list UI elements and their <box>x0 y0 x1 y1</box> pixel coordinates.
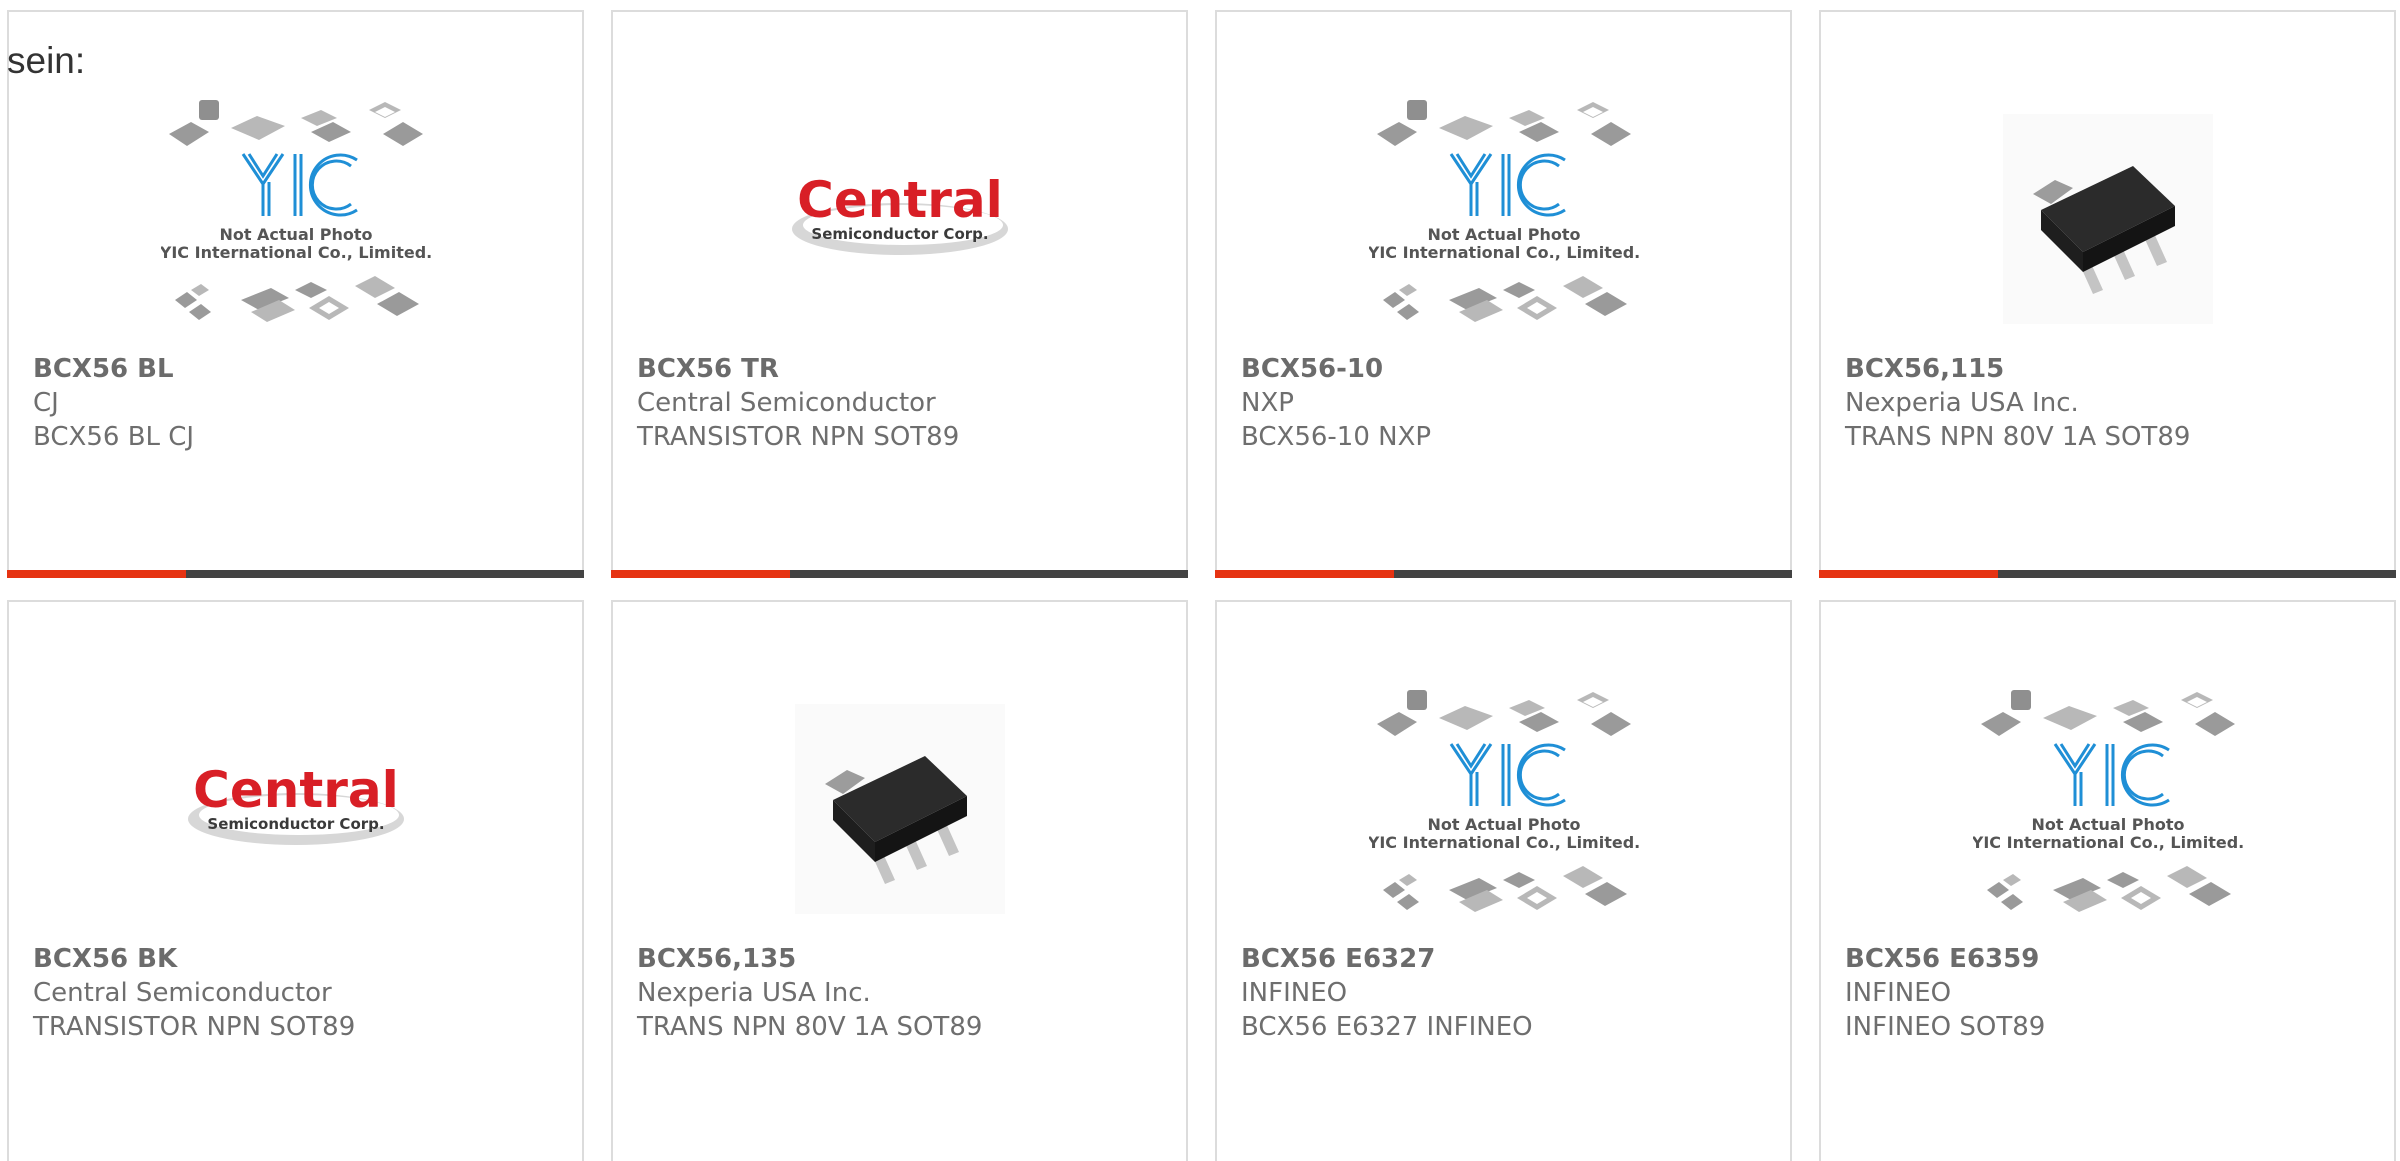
part-number[interactable]: BCX56-10 <box>1241 352 1780 386</box>
part-number[interactable]: BCX56 BK <box>33 942 572 976</box>
description: BCX56 E6327 INFINEO <box>1241 1012 1533 1042</box>
svg-text:Not Actual Photo: Not Actual Photo <box>2031 815 2184 834</box>
card-progress-bar <box>1215 570 1792 578</box>
card-progress-bar <box>611 570 1188 578</box>
progress-fill <box>611 570 790 578</box>
product-image: Central Semiconductor Corp. <box>765 94 1035 344</box>
sot89-transistor-image <box>794 704 1005 914</box>
svg-text:Central: Central <box>797 171 1003 229</box>
part-number[interactable]: BCX56,135 <box>637 942 1176 976</box>
manufacturer: Central Semiconductor <box>33 978 332 1008</box>
manufacturer: INFINEO <box>1241 978 1348 1008</box>
svg-text:Not Actual Photo: Not Actual Photo <box>1427 225 1580 244</box>
progress-fill <box>1819 570 1998 578</box>
central-semiconductor-logo: CentralSemiconductor Corp. <box>187 761 404 845</box>
product-image: Central Semiconductor Corp. <box>161 684 431 934</box>
manufacturer: Central Semiconductor <box>637 388 936 418</box>
description: TRANS NPN 80V 1A SOT89 <box>1845 422 2191 452</box>
svg-text:YIC International Co., Limited: YIC International Co., Limited. <box>161 243 431 262</box>
manufacturer: Nexperia USA Inc. <box>1845 388 2079 418</box>
description: TRANSISTOR NPN SOT89 <box>33 1012 356 1042</box>
product-card[interactable]: Not Actual Photo YIC International Co., L… <box>7 10 584 578</box>
yic-placeholder-image: Not Actual PhotoYIC International Co., L… <box>161 100 431 322</box>
product-image: Not Actual Photo YIC International Co., L… <box>1369 94 1639 344</box>
product-card[interactable]: Not Actual Photo YIC International Co., L… <box>1215 10 1792 578</box>
central-semiconductor-logo: CentralSemiconductor Corp. <box>791 171 1008 255</box>
product-card[interactable]: BCX56,115 Nexperia USA Inc. TRANS NPN 80… <box>1819 10 2396 578</box>
product-image <box>765 684 1035 934</box>
card-progress-bar <box>7 570 584 578</box>
card-progress-bar <box>1819 570 2396 578</box>
product-card[interactable]: Not Actual Photo YIC International Co., L… <box>1819 600 2396 1161</box>
svg-text:Semiconductor Corp.: Semiconductor Corp. <box>207 815 384 833</box>
product-card[interactable]: Central Semiconductor Corp. BCX56 TR Cent… <box>611 10 1188 578</box>
svg-text:Semiconductor Corp.: Semiconductor Corp. <box>811 225 988 243</box>
part-number[interactable]: BCX56,115 <box>1845 352 2384 386</box>
description: TRANS NPN 80V 1A SOT89 <box>637 1012 983 1042</box>
svg-text:Not Actual Photo: Not Actual Photo <box>219 225 372 244</box>
svg-text:YIC International Co., Limited: YIC International Co., Limited. <box>1973 833 2243 852</box>
description: BCX56 BL CJ <box>33 422 195 452</box>
part-number[interactable]: BCX56 TR <box>637 352 1176 386</box>
manufacturer: NXP <box>1241 388 1294 418</box>
part-number[interactable]: BCX56 E6327 <box>1241 942 1780 976</box>
yic-placeholder-image: Not Actual PhotoYIC International Co., L… <box>1973 690 2243 912</box>
svg-text:YIC International Co., Limited: YIC International Co., Limited. <box>1369 833 1639 852</box>
svg-text:Not Actual Photo: Not Actual Photo <box>1427 815 1580 834</box>
svg-text:Central: Central <box>193 761 399 819</box>
product-card[interactable]: BCX56,135 Nexperia USA Inc. TRANS NPN 80… <box>611 600 1188 1161</box>
manufacturer: INFINEO <box>1845 978 1952 1008</box>
part-number[interactable]: BCX56 BL <box>33 352 572 386</box>
product-grid: Not Actual Photo YIC International Co., L… <box>0 0 2400 1161</box>
progress-fill <box>1215 570 1394 578</box>
product-image <box>1973 94 2243 344</box>
manufacturer: CJ <box>33 388 59 418</box>
part-number[interactable]: BCX56 E6359 <box>1845 942 2384 976</box>
progress-fill <box>7 570 186 578</box>
sot89-transistor-image <box>2002 114 2213 324</box>
svg-text:YIC International Co., Limited: YIC International Co., Limited. <box>1369 243 1639 262</box>
description: TRANSISTOR NPN SOT89 <box>637 422 960 452</box>
yic-placeholder-image: Not Actual PhotoYIC International Co., L… <box>1369 690 1639 912</box>
product-card[interactable]: Central Semiconductor Corp. BCX56 BK Cent… <box>7 600 584 1161</box>
description: INFINEO SOT89 <box>1845 1012 2046 1042</box>
description: BCX56-10 NXP <box>1241 422 1432 452</box>
manufacturer: Nexperia USA Inc. <box>637 978 871 1008</box>
product-image: Not Actual Photo YIC International Co., L… <box>1369 684 1639 934</box>
product-image: Not Actual Photo YIC International Co., L… <box>1973 684 2243 934</box>
product-card[interactable]: Not Actual Photo YIC International Co., L… <box>1215 600 1792 1161</box>
yic-placeholder-image: Not Actual PhotoYIC International Co., L… <box>1369 100 1639 322</box>
intro-text: sein: <box>7 40 86 81</box>
product-image: Not Actual Photo YIC International Co., L… <box>161 94 431 344</box>
